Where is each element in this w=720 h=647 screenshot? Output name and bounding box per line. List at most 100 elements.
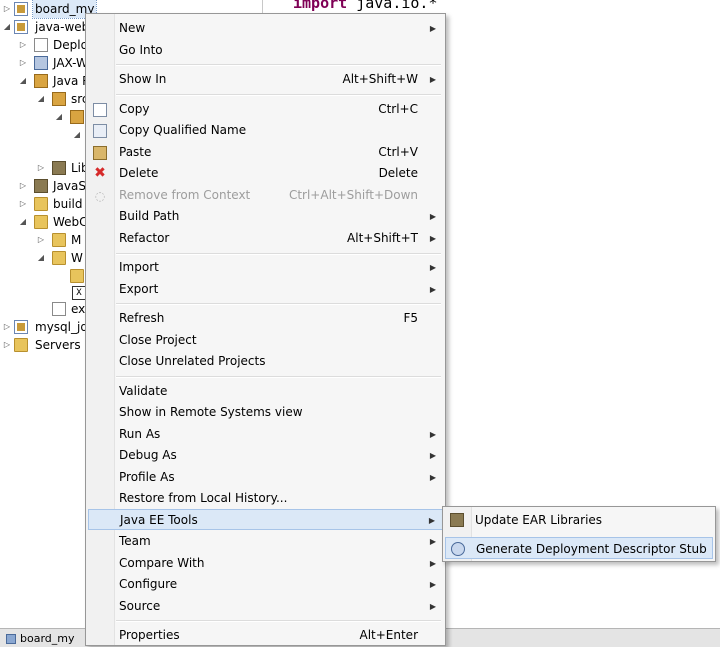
menu-item-label: Copy xyxy=(119,102,150,116)
collapsed-arrow-icon[interactable]: ▷ xyxy=(36,231,46,249)
menu-item-delete[interactable]: ✖ Delete Delete xyxy=(88,163,443,184)
submenu-arrow-icon: ▶ xyxy=(429,537,436,546)
menu-item-validate[interactable]: Validate xyxy=(88,381,443,402)
menu-item-label: Run As xyxy=(119,427,161,441)
menu-item-label: Show in Remote Systems view xyxy=(119,405,303,419)
menu-item-export[interactable]: Export ▶ xyxy=(88,279,443,300)
submenu-arrow-icon: ▶ xyxy=(429,430,436,439)
menu-item-label: Remove from Context xyxy=(119,188,251,202)
submenu-arrow-icon: ▶ xyxy=(429,580,436,589)
menu-shortcut: Alt+Enter xyxy=(359,628,418,642)
copy-qualified-name-icon xyxy=(93,124,107,138)
menu-item-label: Update EAR Libraries xyxy=(475,513,603,527)
folder-icon xyxy=(52,233,66,247)
submenu-arrow-icon: ▶ xyxy=(429,212,436,221)
file-icon xyxy=(52,302,66,316)
menu-item-import[interactable]: Import ▶ xyxy=(88,257,443,278)
delete-icon: ✖ xyxy=(94,165,106,181)
collapsed-arrow-icon[interactable]: ▷ xyxy=(2,336,12,354)
ear-libraries-icon xyxy=(450,513,464,527)
menu-item-compare-with[interactable]: Compare With ▶ xyxy=(88,553,443,574)
tree-item-label: WebC xyxy=(53,215,88,229)
menu-item-label: Paste xyxy=(119,145,152,159)
menu-item-label: Configure xyxy=(119,577,178,591)
menu-item-configure[interactable]: Configure ▶ xyxy=(88,574,443,595)
javascript-icon xyxy=(34,179,48,193)
menu-item-copy-qualified-name[interactable]: Copy Qualified Name xyxy=(88,120,443,141)
expanded-arrow-icon[interactable]: ◢ xyxy=(18,72,28,90)
bottom-tab-label: board_my xyxy=(20,632,75,645)
submenu-arrow-icon: ▶ xyxy=(429,234,436,243)
tree-item-label: Servers xyxy=(35,338,81,352)
menu-item-go-into[interactable]: Go Into xyxy=(88,40,443,61)
menu-item-update-ear-libraries[interactable]: Update EAR Libraries xyxy=(445,509,713,531)
menu-item-label: Generate Deployment Descriptor Stub xyxy=(476,542,707,556)
tree-item-label: W xyxy=(71,251,83,265)
menu-item-refactor[interactable]: Refactor Alt+Shift+T ▶ xyxy=(88,228,443,249)
menu-item-paste[interactable]: Paste Ctrl+V xyxy=(88,142,443,163)
xml-file-icon: X xyxy=(72,286,86,300)
menu-item-label: Refresh xyxy=(119,311,165,325)
menu-item-label: Import xyxy=(119,260,159,274)
collapsed-arrow-icon[interactable]: ▷ xyxy=(18,177,28,195)
collapsed-arrow-icon[interactable]: ▷ xyxy=(2,0,12,18)
expanded-arrow-icon[interactable]: ◢ xyxy=(54,108,64,126)
expanded-arrow-icon[interactable]: ◢ xyxy=(18,213,28,231)
remove-context-icon: ◌ xyxy=(94,189,106,203)
tree-item-label: build xyxy=(53,197,83,211)
menu-separator xyxy=(116,620,441,622)
menu-item-run-as[interactable]: Run As ▶ xyxy=(88,424,443,445)
folder-icon xyxy=(34,197,48,211)
jaxws-icon xyxy=(34,56,48,70)
java-ee-tools-submenu: Update EAR Libraries Generate Deployment… xyxy=(442,506,716,562)
submenu-arrow-icon: ▶ xyxy=(429,285,436,294)
collapsed-arrow-icon[interactable]: ▷ xyxy=(18,195,28,213)
menu-separator xyxy=(116,94,441,96)
collapsed-arrow-icon[interactable]: ▷ xyxy=(18,54,28,72)
menu-item-label: Validate xyxy=(119,384,168,398)
menu-item-new[interactable]: New ▶ xyxy=(88,18,443,39)
menu-item-copy[interactable]: Copy Ctrl+C xyxy=(88,99,443,120)
expanded-arrow-icon[interactable]: ◢ xyxy=(2,18,12,36)
tree-item-label: Deplo xyxy=(53,38,88,52)
menu-item-source[interactable]: Source ▶ xyxy=(88,596,443,617)
expanded-arrow-icon[interactable]: ◢ xyxy=(36,249,46,267)
menu-item-show-in[interactable]: Show In Alt+Shift+W ▶ xyxy=(88,69,443,90)
bottom-tab[interactable]: board_my xyxy=(4,631,79,647)
expanded-arrow-icon[interactable]: ◢ xyxy=(36,90,46,108)
collapsed-arrow-icon[interactable]: ▷ xyxy=(36,159,46,177)
menu-separator xyxy=(116,64,441,66)
menu-item-java-ee-tools[interactable]: Java EE Tools ▶ xyxy=(88,509,443,530)
menu-item-close-project[interactable]: Close Project xyxy=(88,330,443,351)
copy-icon xyxy=(93,103,107,117)
tree-item-label: ex xyxy=(71,302,86,316)
menu-item-refresh[interactable]: Refresh F5 xyxy=(88,308,443,329)
menu-item-profile-as[interactable]: Profile As ▶ xyxy=(88,467,443,488)
code-text: java.io.* xyxy=(347,0,438,12)
tree-item-label: M xyxy=(71,233,82,247)
menu-item-show-remote-systems[interactable]: Show in Remote Systems view xyxy=(88,402,443,423)
expanded-arrow-icon[interactable]: ◢ xyxy=(72,126,82,144)
menu-item-close-unrelated-projects[interactable]: Close Unrelated Projects xyxy=(88,351,443,372)
menu-shortcut: Alt+Shift+W xyxy=(342,72,419,86)
menu-item-restore-local-history[interactable]: Restore from Local History... xyxy=(88,488,443,509)
paste-icon xyxy=(93,146,107,160)
menu-item-label: New xyxy=(119,21,146,35)
menu-item-build-path[interactable]: Build Path ▶ xyxy=(88,206,443,227)
menu-item-generate-deployment-descriptor-stub[interactable]: Generate Deployment Descriptor Stub xyxy=(445,537,713,559)
menu-item-team[interactable]: Team ▶ xyxy=(88,531,443,552)
menu-item-debug-as[interactable]: Debug As ▶ xyxy=(88,445,443,466)
deployment-descriptor-icon xyxy=(451,542,465,556)
menu-item-remove-from-context[interactable]: ◌ Remove from Context Ctrl+Alt+Shift+Dow… xyxy=(88,185,443,206)
deployment-icon xyxy=(34,38,48,52)
menu-item-label: Close Unrelated Projects xyxy=(119,354,266,368)
collapsed-arrow-icon[interactable]: ▷ xyxy=(2,318,12,336)
menu-shortcut: Ctrl+C xyxy=(378,102,418,116)
collapsed-arrow-icon[interactable]: ▷ xyxy=(18,36,28,54)
menu-item-label: Source xyxy=(119,599,161,613)
menu-item-label: Delete xyxy=(119,166,159,180)
library-icon xyxy=(52,161,66,175)
folder-icon xyxy=(52,251,66,265)
menu-item-properties[interactable]: Properties Alt+Enter xyxy=(88,625,443,646)
code-line: import java.io.* xyxy=(293,0,438,12)
